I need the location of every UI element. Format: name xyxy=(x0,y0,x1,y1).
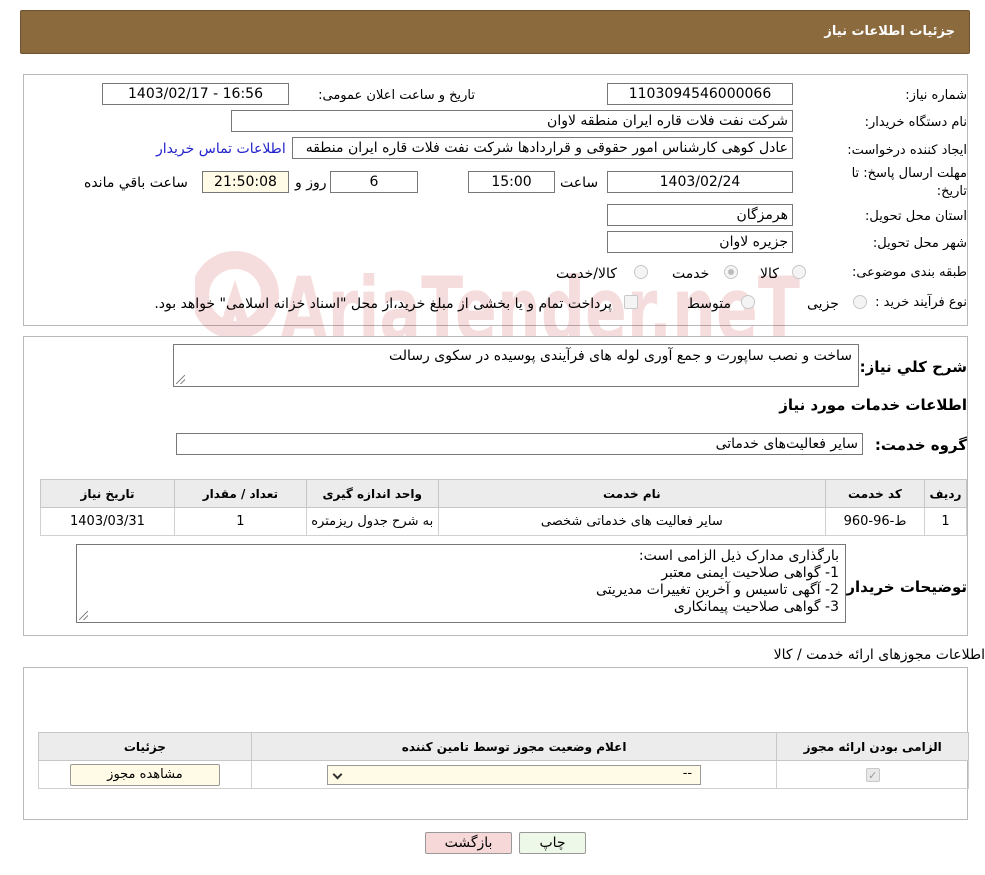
service-group-field: سایر فعالیت‌های خدماتی xyxy=(176,433,863,455)
announce-field: 1403/02/17 - 16:56 xyxy=(102,83,289,105)
cell-need-date: 1403/03/31 xyxy=(40,507,175,536)
cell-unit: به شرح جدول ریزمتره xyxy=(305,507,439,536)
category-radio-goods-service[interactable] xyxy=(634,265,648,279)
remaining-label: ساعت باقي مانده xyxy=(84,175,188,191)
process-option-minor: جزیی xyxy=(807,296,839,312)
table-row: 1 ط-96-960 سایر فعالیت های خدماتی شخصی ب… xyxy=(40,507,968,536)
deadline-time-field: 15:00 xyxy=(468,171,555,193)
summary-text: ساخت و نصب ساپورت و جمع آوری لوله های فر… xyxy=(389,348,852,364)
permit-required-checkbox[interactable] xyxy=(865,767,880,782)
province-label: استان محل تحویل: xyxy=(865,209,967,224)
view-permit-button[interactable]: مشاهده مجوز xyxy=(69,763,220,786)
cell-permit-status: -- xyxy=(250,760,778,789)
deadline-label: مهلت ارسال پاسخ: تا xyxy=(851,166,967,181)
payment-note: پرداخت تمام و یا بخشی از مبلغ خرید،از مح… xyxy=(154,296,612,312)
page-title: جزئیات اطلاعات نیاز xyxy=(824,24,955,39)
page-header: جزئیات اطلاعات نیاز xyxy=(20,10,970,54)
col-unit: واحد اندازه گیری xyxy=(305,479,439,508)
time-label: ساعت xyxy=(560,175,599,191)
creator-label: ایجاد کننده درخواست: xyxy=(847,143,967,158)
table-row: -- مشاهده مجوز xyxy=(38,760,969,789)
contact-buyer-link[interactable]: اطلاعات تماس خریدار xyxy=(156,141,286,157)
cell-permit-required xyxy=(776,760,969,789)
deadline-label-date: تاریخ: xyxy=(936,184,967,199)
buyer-notes-line: بارگذاری مدارک ذیل الزامی است: xyxy=(638,548,839,564)
cell-permit-details: مشاهده مجوز xyxy=(38,760,252,789)
col-permit-status: اعلام وضعیت مجوز توسط تامین کننده xyxy=(250,732,778,761)
announce-label: تاریخ و ساعت اعلان عمومی: xyxy=(318,88,475,103)
need-number-label: شماره نیاز: xyxy=(905,88,967,103)
need-number-field: 1103094546000066 xyxy=(607,83,793,105)
chevron-down-icon xyxy=(332,769,343,779)
cell-quantity: 1 xyxy=(173,507,307,536)
col-row-number: ردیف xyxy=(923,479,968,508)
days-field: 6 xyxy=(330,171,418,193)
col-need-date: تاریخ نیاز xyxy=(40,479,175,508)
col-quantity: تعداد / مقدار xyxy=(173,479,307,508)
category-radio-goods[interactable] xyxy=(792,265,806,279)
process-label: نوع فرآیند خرید : xyxy=(875,295,967,310)
services-table-header: ردیف کد خدمت نام خدمت واحد اندازه گیری ت… xyxy=(40,479,968,508)
remaining-time-field: 21:50:08 xyxy=(202,171,289,193)
summary-textarea: ساخت و نصب ساپورت و جمع آوری لوله های فر… xyxy=(173,344,859,387)
col-service-name: نام خدمت xyxy=(437,479,827,508)
buyer-org-field: شرکت نفت فلات قاره ایران منطقه لاوان xyxy=(231,110,793,132)
permits-table-header: الزامی بودن ارائه مجوز اعلام وضعیت مجوز … xyxy=(38,732,969,761)
buyer-notes-line: 3- گواهی صلاحیت پیمانکاری xyxy=(673,599,839,615)
permit-status-select[interactable]: -- xyxy=(327,764,702,785)
process-radio-minor[interactable] xyxy=(853,295,867,309)
category-option-service: خدمت xyxy=(672,266,710,282)
category-label: طبقه بندی موضوعی: xyxy=(851,265,967,280)
services-table: ردیف کد خدمت نام خدمت واحد اندازه گیری ت… xyxy=(40,479,968,536)
service-group-label: گروه خدمت: xyxy=(874,436,967,454)
city-field: جزیره لاوان xyxy=(607,231,793,253)
deadline-date-field: 1403/02/24 xyxy=(607,171,793,193)
creator-field: عادل کوهی کارشناس امور حقوقی و قراردادها… xyxy=(292,137,793,159)
buyer-notes-label: توضیحات خریدار: xyxy=(840,578,967,596)
category-option-goods: کالا xyxy=(760,266,779,282)
day-and-label: روز و xyxy=(295,175,327,191)
province-field: هرمزگان xyxy=(607,204,793,226)
city-label: شهر محل تحویل: xyxy=(872,236,967,251)
process-option-medium: متوسط xyxy=(687,296,731,312)
buyer-org-label: نام دستگاه خریدار: xyxy=(864,115,967,130)
buyer-notes-line: 1- گواهی صلاحیت ایمنی معتبر xyxy=(661,565,839,581)
services-heading: اطلاعات خدمات مورد نیاز xyxy=(779,396,967,414)
col-service-code: کد خدمت xyxy=(825,479,925,508)
permits-title: اطلاعات مجوزهای ارائه خدمت / کالا xyxy=(773,647,985,663)
buyer-notes-textarea: بارگذاری مدارک ذیل الزامی است: 1- گواهی … xyxy=(76,544,846,623)
category-option-goods-service: کالا/خدمت xyxy=(556,266,617,282)
cell-row-number: 1 xyxy=(923,507,968,536)
col-permit-details: جزئیات xyxy=(38,732,252,761)
col-permit-required: الزامی بودن ارائه مجوز xyxy=(776,732,969,761)
resize-grip-icon[interactable] xyxy=(176,375,185,384)
print-button[interactable]: چاپ xyxy=(519,832,586,854)
category-radio-service[interactable] xyxy=(724,265,738,279)
treasury-payment-checkbox[interactable] xyxy=(624,295,638,309)
permit-status-value: -- xyxy=(682,765,693,781)
cell-service-name: سایر فعالیت های خدماتی شخصی xyxy=(437,507,827,536)
resize-grip-icon[interactable] xyxy=(79,611,88,620)
summary-label: شرح کلي نياز: xyxy=(859,358,967,376)
back-button[interactable]: بازگشت xyxy=(425,832,512,854)
process-radio-medium[interactable] xyxy=(741,295,755,309)
cell-service-code: ط-96-960 xyxy=(825,507,925,536)
permits-table: الزامی بودن ارائه مجوز اعلام وضعیت مجوز … xyxy=(38,732,969,789)
buyer-notes-line: 2- آگهی تاسیس و آخرین تغییرات مدیریتی xyxy=(595,582,839,598)
